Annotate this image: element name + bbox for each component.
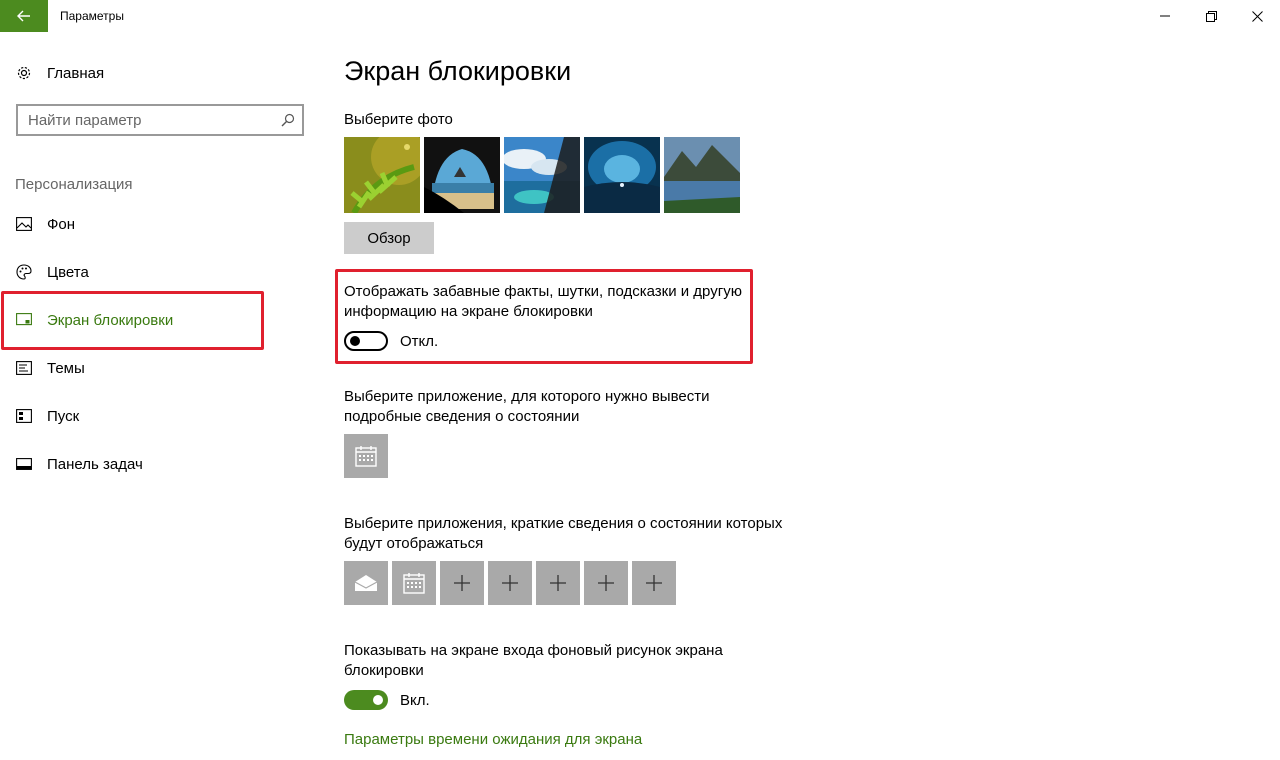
quick-status-tile-add[interactable] <box>584 561 628 605</box>
back-button[interactable] <box>0 0 48 32</box>
sidebar-item-themes[interactable]: Темы <box>0 346 320 390</box>
plus-icon <box>646 575 662 591</box>
photo-thumbnail-ice-cave[interactable] <box>584 137 660 213</box>
photo-thumbnail-mountain-lake[interactable] <box>664 137 740 213</box>
picture-icon <box>16 216 32 232</box>
photo-thumbnail-sky-lagoon[interactable] <box>504 137 580 213</box>
quick-status-label-line1: Выберите приложения, краткие сведения о … <box>344 515 783 532</box>
search-box[interactable] <box>16 104 304 136</box>
close-icon <box>1251 10 1263 22</box>
back-arrow-icon <box>17 10 30 22</box>
sidebar-item-start[interactable]: Пуск <box>0 394 320 438</box>
palette-icon <box>16 264 32 280</box>
section-label-personalization: Персонализация <box>15 176 133 193</box>
photo-thumbnail-cave-beach[interactable] <box>424 137 500 213</box>
quick-status-tile-add[interactable] <box>440 561 484 605</box>
signin-background-label-line1: Показывать на экране входа фоновый рисун… <box>344 642 723 659</box>
screen-timeout-settings-link[interactable]: Параметры времени ожидания для экрана <box>344 731 642 748</box>
app-title: Параметры <box>60 9 124 23</box>
fun-facts-toggle[interactable] <box>344 331 388 351</box>
sidebar-item-label: Цвета <box>47 263 89 281</box>
page-title: Экран блокировки <box>344 56 572 86</box>
plus-icon <box>598 575 614 591</box>
search-input[interactable] <box>18 111 268 129</box>
choose-photo-label: Выберите фото <box>344 111 453 128</box>
quick-status-tile-add[interactable] <box>536 561 580 605</box>
fun-facts-label-line2: информацию на экране блокировки <box>344 303 593 320</box>
calendar-icon <box>355 446 377 467</box>
detailed-status-label-line2: подробные сведения о состоянии <box>344 408 580 425</box>
sidebar-item-lock-screen[interactable]: Экран блокировки <box>0 298 320 342</box>
quick-status-label-line2: будут отображаться <box>344 535 484 552</box>
signin-background-label-line2: блокировки <box>344 662 424 679</box>
sidebar-item-label: Фон <box>47 215 76 233</box>
sidebar-item-label: Темы <box>47 359 85 377</box>
signin-background-state-label: Вкл. <box>400 692 430 709</box>
plus-icon <box>502 575 518 591</box>
sidebar-item-label: Пуск <box>47 407 80 425</box>
sidebar-item-label: Экран блокировки <box>47 311 174 329</box>
quick-status-tile-add[interactable] <box>488 561 532 605</box>
detailed-status-label-line1: Выберите приложение, для которого нужно … <box>344 388 710 405</box>
plus-icon <box>454 575 470 591</box>
main-content: Экран блокировки Выберите фото Обзор Ото… <box>344 0 1244 760</box>
sidebar-item-colors[interactable]: Цвета <box>0 250 320 294</box>
quick-status-tile-calendar[interactable] <box>392 561 436 605</box>
toggle-knob <box>350 336 360 346</box>
sidebar-item-background[interactable]: Фон <box>0 202 320 246</box>
fun-facts-label-line1: Отображать забавные факты, шутки, подска… <box>344 283 742 300</box>
browse-button[interactable]: Обзор <box>344 222 434 254</box>
signin-background-toggle[interactable] <box>344 690 388 710</box>
sidebar-item-home[interactable]: Главная <box>0 51 320 95</box>
toggle-knob <box>373 695 383 705</box>
detailed-status-app-tile[interactable] <box>344 434 388 478</box>
search-icon[interactable] <box>280 112 296 133</box>
sidebar: Главная Персонализация Фон Цвета <box>0 32 320 760</box>
gear-icon <box>16 65 32 81</box>
quick-status-tile-mail[interactable] <box>344 561 388 605</box>
mail-icon <box>354 575 378 591</box>
themes-icon <box>16 360 32 376</box>
fun-facts-state-label: Откл. <box>400 333 439 350</box>
calendar-icon <box>403 573 425 594</box>
photo-thumbnail-fern[interactable] <box>344 137 420 213</box>
start-icon <box>16 408 32 424</box>
quick-status-tile-add[interactable] <box>632 561 676 605</box>
sidebar-item-label: Панель задач <box>47 455 143 473</box>
lock-screen-icon <box>16 312 32 328</box>
taskbar-icon <box>16 456 32 472</box>
sidebar-item-label: Главная <box>47 64 105 82</box>
sidebar-item-taskbar[interactable]: Панель задач <box>0 442 320 486</box>
plus-icon <box>550 575 566 591</box>
